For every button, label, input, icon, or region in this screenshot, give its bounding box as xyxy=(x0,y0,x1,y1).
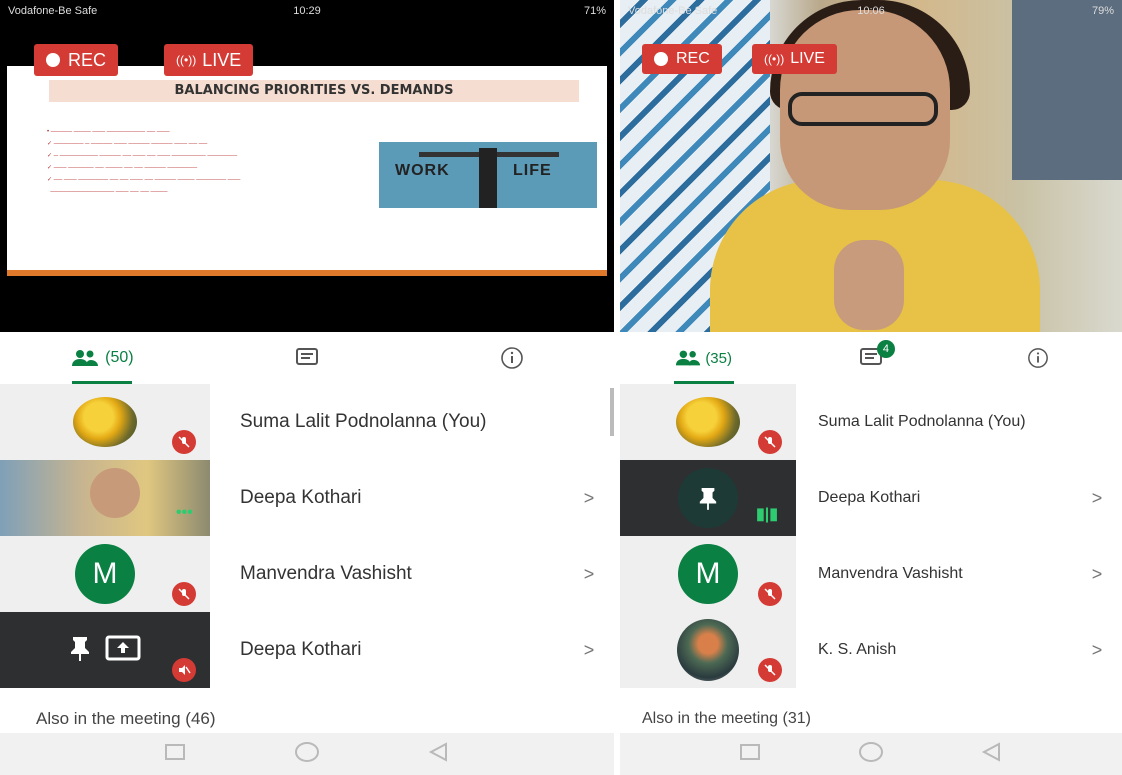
chevron-right-icon[interactable]: > xyxy=(564,488,614,509)
people-icon xyxy=(676,350,701,366)
broadcast-icon: ((•)) xyxy=(176,53,197,67)
chevron-right-icon[interactable]: > xyxy=(564,640,614,661)
avatar xyxy=(73,397,137,447)
participant-video xyxy=(0,460,210,536)
slide: BALANCING PRIORITIES VS. DEMANDS • ─────… xyxy=(7,66,607,276)
participant-list: Suma Lalit Podnolanna (You) ••• Deepa Ko… xyxy=(0,384,614,688)
list-item[interactable]: M Manvendra Vashisht > xyxy=(0,536,614,612)
list-item[interactable]: ••• Deepa Kothari > xyxy=(0,460,614,536)
participant-name: Suma Lalit Podnolanna (You) xyxy=(240,411,487,432)
battery-level: 71% xyxy=(583,5,606,17)
list-item[interactable]: Suma Lalit Podnolanna (You) xyxy=(0,384,614,460)
participant-name: K. S. Anish xyxy=(818,641,897,658)
participant-name: Suma Lalit Podnolanna (You) xyxy=(818,413,1026,430)
list-item[interactable]: K. S. Anish > xyxy=(620,612,1122,688)
mic-off-icon xyxy=(172,582,196,606)
mic-off-icon xyxy=(758,582,782,606)
home-icon[interactable] xyxy=(294,741,320,768)
status-bar: Vodafone-Be Safe 10:29 71% xyxy=(0,0,614,22)
mic-off-icon xyxy=(758,658,782,682)
tab-chat[interactable]: 4 xyxy=(787,332,954,384)
live-badge: ((•)) LIVE xyxy=(164,44,254,76)
slide-bullets: • ───── ──── ─── ───────── ── ─── ✓ ────… xyxy=(47,129,241,195)
carrier-label: Vodafone-Be Safe xyxy=(628,5,718,17)
carrier-label: Vodafone-Be Safe xyxy=(8,5,98,17)
list-item[interactable]: Suma Lalit Podnolanna (You) xyxy=(620,384,1122,460)
tab-people[interactable]: (50) xyxy=(0,332,205,384)
live-badge: ((•)) LIVE xyxy=(752,44,837,74)
tab-people[interactable]: (35) xyxy=(620,332,787,384)
back-icon[interactable] xyxy=(981,741,1003,767)
chat-icon xyxy=(296,348,318,365)
info-icon xyxy=(500,347,523,369)
participant-name: Manvendra Vashisht xyxy=(818,565,963,582)
people-icon xyxy=(72,350,99,366)
chevron-right-icon[interactable]: > xyxy=(1072,640,1122,661)
more-dots-icon: ••• xyxy=(176,504,193,521)
list-item[interactable]: ▮|▮ Deepa Kothari > xyxy=(620,460,1122,536)
avatar xyxy=(678,468,738,528)
participant-name: Deepa Kothari xyxy=(240,639,362,660)
work-life-image: WORK LIFE xyxy=(379,142,597,208)
unread-badge: 4 xyxy=(876,340,895,358)
status-bar: Vodafone-Be Safe 10:06 79% xyxy=(620,0,1122,22)
volume-off-icon xyxy=(172,658,196,682)
participant-name: Manvendra Vashisht xyxy=(240,563,412,584)
battery-level: 79% xyxy=(1091,5,1114,17)
pin-icon xyxy=(69,635,91,666)
broadcast-icon: ((•)) xyxy=(764,52,785,66)
clock: 10:06 xyxy=(857,5,885,17)
people-count: (35) xyxy=(705,349,732,367)
tab-chat[interactable] xyxy=(205,332,410,384)
tab-info[interactable] xyxy=(409,332,614,384)
list-item[interactable]: M Manvendra Vashisht > xyxy=(620,536,1122,612)
tab-bar: (50) xyxy=(0,332,614,384)
rec-badge: REC xyxy=(642,44,722,74)
chevron-right-icon[interactable]: > xyxy=(1072,564,1122,585)
participant-name: Deepa Kothari xyxy=(818,489,921,506)
pin-icon xyxy=(699,488,717,510)
speaking-indicator-icon: ▮|▮ xyxy=(756,506,779,523)
android-nav-bar xyxy=(620,733,1122,775)
chevron-right-icon[interactable]: > xyxy=(564,564,614,585)
home-icon[interactable] xyxy=(858,741,884,768)
slide-title: BALANCING PRIORITIES VS. DEMANDS xyxy=(49,80,579,102)
avatar xyxy=(677,619,739,681)
recents-icon[interactable] xyxy=(739,743,761,766)
present-screen-icon xyxy=(105,635,141,666)
left-phone-screen: BALANCING PRIORITIES VS. DEMANDS • ─────… xyxy=(0,0,614,775)
right-phone-screen: Vodafone-Be Safe 10:06 79% REC ((•)) LIV… xyxy=(620,0,1122,775)
clock: 10:29 xyxy=(293,5,321,17)
avatar: M xyxy=(75,544,135,604)
info-icon xyxy=(1028,348,1049,368)
list-item[interactable]: Deepa Kothari > xyxy=(0,612,614,688)
people-count: (50) xyxy=(105,349,134,366)
back-icon[interactable] xyxy=(428,741,450,767)
participant-list: Suma Lalit Podnolanna (You) ▮|▮ Deepa Ko… xyxy=(620,384,1122,688)
mic-off-icon xyxy=(758,430,782,454)
tab-info[interactable] xyxy=(955,332,1122,384)
avatar xyxy=(676,397,740,447)
record-icon xyxy=(46,53,60,67)
record-icon xyxy=(654,52,668,66)
rec-badge: REC xyxy=(34,44,119,76)
avatar: M xyxy=(678,544,738,604)
android-nav-bar xyxy=(0,733,614,775)
mic-off-icon xyxy=(172,430,196,454)
tab-bar: (35) 4 xyxy=(620,332,1122,384)
chevron-right-icon[interactable]: > xyxy=(1072,488,1122,509)
recents-icon[interactable] xyxy=(164,743,186,766)
participant-name: Deepa Kothari xyxy=(240,487,362,508)
